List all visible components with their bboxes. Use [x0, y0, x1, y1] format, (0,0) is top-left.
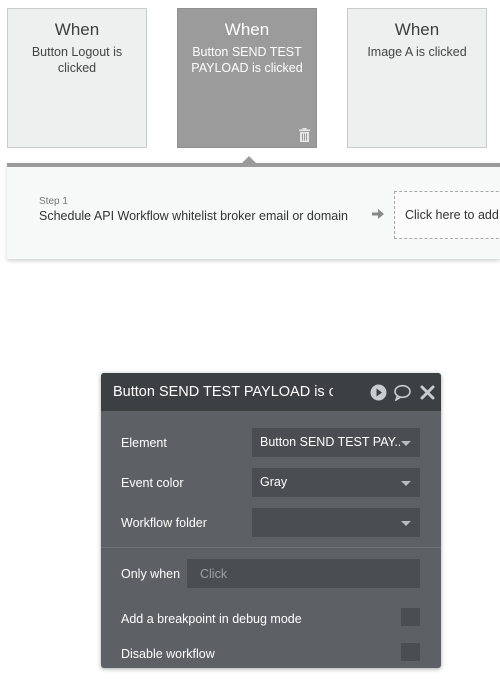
event-when-label: When	[54, 20, 100, 39]
event-description: Button Logout is clicked	[31, 45, 123, 75]
breakpoint-label: Add a breakpoint in debug mode	[121, 612, 302, 626]
event-card-logout[interactable]: When Button Logout is clicked	[7, 8, 147, 148]
workflow-folder-dropdown[interactable]	[252, 508, 420, 537]
event-color-value: Gray	[260, 475, 288, 489]
element-label: Element	[121, 436, 167, 450]
disable-workflow-label: Disable workflow	[121, 647, 215, 661]
add-action-button[interactable]: Click here to add an action...	[394, 191, 500, 239]
event-color-dropdown[interactable]: Gray	[252, 468, 420, 497]
event-card-send-test-payload[interactable]: When Button SEND TEST PAYLOAD is clicked	[177, 8, 317, 148]
chevron-down-icon	[401, 521, 411, 526]
arrow-right-icon	[372, 209, 384, 219]
panel-divider	[101, 547, 441, 548]
event-color-row: Event color Gray	[101, 468, 441, 500]
disable-workflow-row: Disable workflow	[101, 639, 441, 671]
element-value: Button SEND TEST PAY...	[260, 435, 400, 449]
event-when-label: When	[394, 20, 440, 39]
event-description: Button SEND TEST PAYLOAD is clicked	[191, 45, 303, 75]
chevron-down-icon	[401, 441, 411, 446]
chevron-down-icon	[401, 481, 411, 486]
event-color-label: Event color	[121, 476, 184, 490]
event-card-image-a[interactable]: When Image A is clicked	[347, 8, 487, 148]
comment-icon[interactable]	[394, 384, 411, 401]
panel-header: Button SEND TEST PAYLOAD is clicked	[101, 373, 441, 411]
event-properties-panel: Button SEND TEST PAYLOAD is clicked Elem…	[101, 373, 441, 668]
panel-title: Button SEND TEST PAYLOAD is clicked	[113, 384, 333, 400]
event-description: Image A is clicked	[367, 45, 467, 59]
element-row: Element Button SEND TEST PAY...	[101, 428, 441, 460]
element-dropdown[interactable]: Button SEND TEST PAY...	[252, 428, 420, 457]
event-when-label: When	[224, 20, 270, 39]
step-number-label: Step 1	[39, 196, 68, 207]
step-1-action[interactable]: Schedule API Workflow whitelist broker e…	[39, 209, 348, 223]
close-icon[interactable]	[419, 384, 436, 401]
play-icon[interactable]	[370, 384, 387, 401]
workflow-folder-row: Workflow folder	[101, 508, 441, 540]
only-when-label: Only when	[121, 567, 181, 581]
workflow-folder-label: Workflow folder	[121, 516, 207, 530]
breakpoint-row: Add a breakpoint in debug mode	[101, 604, 441, 636]
trash-icon[interactable]	[298, 128, 311, 142]
disable-workflow-checkbox[interactable]	[401, 643, 420, 661]
only-when-row: Only when	[101, 559, 441, 591]
breakpoint-checkbox[interactable]	[401, 608, 420, 626]
workflow-steps-bar: Step 1 Schedule API Workflow whitelist b…	[7, 163, 500, 259]
only-when-input[interactable]	[187, 559, 420, 588]
